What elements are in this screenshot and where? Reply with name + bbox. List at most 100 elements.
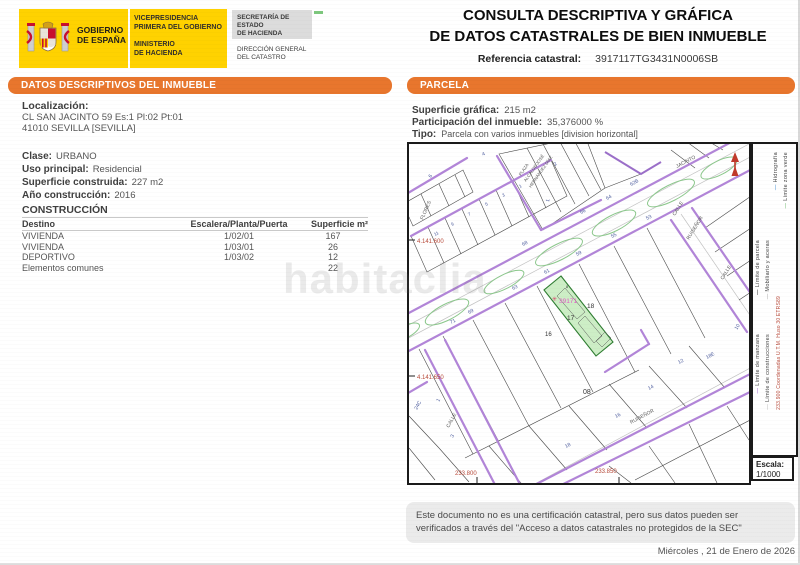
vicepresidencia-label: VICEPRESIDENCIA PRIMERA DEL GOBIERNO: [134, 15, 226, 32]
table-row: DEPORTIVO1/03/0212: [22, 252, 368, 263]
address-line2: 41010 SEVILLA [SEVILLA]: [22, 123, 136, 134]
spain-coat-of-arms-icon: [25, 15, 71, 66]
map-label: 1: [435, 397, 442, 402]
map-label: 233.800: [455, 471, 477, 477]
document-title-line2: DE DATOS CATASTRALES DE BIEN INMUEBLE: [400, 28, 796, 45]
map-label: 24C: [413, 400, 423, 411]
scale-value: 1/1000: [756, 470, 789, 480]
map-label: 3: [501, 192, 506, 198]
legend-item-label: Límite de construcciones: [765, 334, 771, 402]
map-label: 4.141.600: [417, 239, 444, 245]
map-label: 4.141.650: [417, 375, 444, 381]
document-title-line1: CONSULTA DESCRIPTIVA Y GRÁFICA: [400, 7, 796, 24]
logo-divider: [128, 9, 130, 68]
localizacion-label: Localización:: [22, 100, 89, 112]
table-cell: 26: [298, 242, 368, 253]
map-label: 68: [521, 240, 529, 248]
anio-construccion-label: Año construcción:: [22, 190, 110, 201]
construccion-table-header: Destino Escalera/Planta/Puerta Superfici…: [22, 217, 368, 231]
legend-item: — Límite de manzana: [755, 334, 761, 394]
table-cell: 1/02/01: [180, 231, 298, 242]
col-header-destino: Destino: [22, 218, 180, 230]
table-cell: DEPORTIVO: [22, 252, 180, 263]
map-label: 12: [677, 358, 685, 366]
map-label: 61: [543, 268, 551, 276]
superficie-construida-value: 227 m2: [132, 177, 164, 188]
cadastral-reference: Referencia catastral: 3917117TG3431N0006S…: [400, 53, 796, 65]
map-label: 64: [605, 194, 613, 202]
green-mark: [314, 11, 323, 14]
cadastral-reference-label: Referencia catastral:: [478, 53, 581, 65]
map-label: 8: [566, 285, 568, 289]
section-header-parcela: PARCELA: [407, 77, 795, 94]
tipo-label: Tipo:: [412, 129, 436, 140]
tipo-field: Tipo: Parcela con varios inmuebles [divis…: [412, 124, 638, 142]
map-label: CALLE: [445, 412, 458, 429]
map-label: 62B: [629, 178, 640, 188]
legend-line-swatch: —: [755, 386, 761, 394]
map-label: CALLE: [672, 200, 686, 217]
legend-item: — Hidrografía: [773, 152, 779, 190]
anio-construccion-field: Año construcción:2016: [22, 185, 135, 203]
section-header-datos-descriptivos: DATOS DESCRIPTIVOS DEL INMUEBLE: [8, 77, 392, 94]
map-label: ✳: [552, 296, 557, 303]
map-label: 3: [449, 433, 456, 438]
map-label: 53: [645, 214, 653, 222]
table-cell: 1/03/01: [180, 242, 298, 253]
legend-line-swatch: —: [773, 183, 779, 191]
map-legend: 233.900 Coordenadas U.T.M. Huso 30 ETRS8…: [751, 142, 798, 457]
map-label: 14: [647, 384, 655, 392]
map-label: 11: [433, 230, 440, 237]
coordinate-ticks: [409, 240, 619, 483]
table-cell: 167: [298, 231, 368, 242]
gobierno-espana-label: GOBIERNO DE ESPAÑA: [77, 25, 126, 45]
map-label: 69: [467, 308, 475, 316]
table-cell: 12: [298, 252, 368, 263]
legend-line-swatch: —: [783, 201, 789, 209]
map-label: 4: [481, 151, 486, 158]
legend-item: — Límite de construcciones: [765, 334, 771, 410]
map-label: 5: [484, 201, 489, 207]
cadastral-map-svg: JACINTOFLORESPLAZAALCALDE JOSÉHERNÁNDEZ …: [409, 144, 749, 483]
map-label: 9: [450, 221, 455, 227]
map-label: 1: [545, 198, 551, 202]
map-label: 17: [567, 315, 575, 322]
north-arrow-icon: [731, 152, 739, 176]
map-label: 63: [511, 284, 519, 292]
table-cell: 1/03/02: [180, 252, 298, 263]
legend-item-label: Límite de manzana: [755, 334, 761, 386]
map-label: 7: [467, 211, 472, 217]
cadastral-map: JACINTOFLORESPLAZAALCALDE JOSÉHERNÁNDEZ …: [407, 142, 751, 485]
legend-line-swatch: —: [765, 402, 771, 410]
highlighted-parcel: [544, 276, 613, 356]
col-header-escalera: Escalera/Planta/Puerta: [180, 218, 298, 230]
cadastral-reference-value: 3917117TG3431N0006SB: [595, 53, 718, 65]
tipo-value: Parcela con varios inmuebles [division h…: [441, 129, 638, 139]
map-label: 18E: [705, 351, 716, 361]
map-label: 39171: [559, 298, 577, 305]
address-line1: CL SAN JACINTO 59 Es:1 Pl:02 Pt:01: [22, 112, 183, 123]
secretaria-estado-box: SECRETARÍA DE ESTADO DE HACIENDA: [232, 10, 312, 39]
map-label: 18: [564, 442, 572, 450]
legend-item-label: Hidrografía: [773, 152, 779, 183]
table-row: VIVIENDA1/02/01167: [22, 231, 368, 242]
legend-item-label: Mobiliario y aceras: [765, 240, 771, 292]
scale-label: Escala:: [756, 460, 789, 470]
map-label: 08: [583, 389, 591, 396]
map-label: 16: [545, 332, 552, 338]
scale-box: Escala: 1/1000: [751, 456, 794, 481]
map-label: 18: [587, 303, 595, 310]
direccion-general-catastro-label: DIRECCIÓN GENERAL DEL CATASTRO: [237, 46, 306, 62]
document-date: Miércoles , 21 de Enero de 2026: [500, 546, 795, 557]
legend-line-swatch: —: [765, 292, 771, 300]
map-label: 2: [553, 161, 559, 168]
map-label: 59: [575, 250, 583, 258]
table-row: Elementos comunes22: [22, 263, 368, 274]
table-cell: Elementos comunes: [22, 263, 180, 274]
map-label: RUISEÑOR: [685, 215, 705, 241]
legend-item: — Mobiliario y aceras: [765, 240, 771, 299]
cadastral-document-page: { "colors": { "accent_orange": "#E8762D"…: [0, 0, 800, 565]
construccion-table: Destino Escalera/Planta/Puerta Superfici…: [22, 217, 368, 273]
map-label: 71: [449, 318, 457, 326]
table-row: VIVIENDA1/03/0126: [22, 242, 368, 253]
